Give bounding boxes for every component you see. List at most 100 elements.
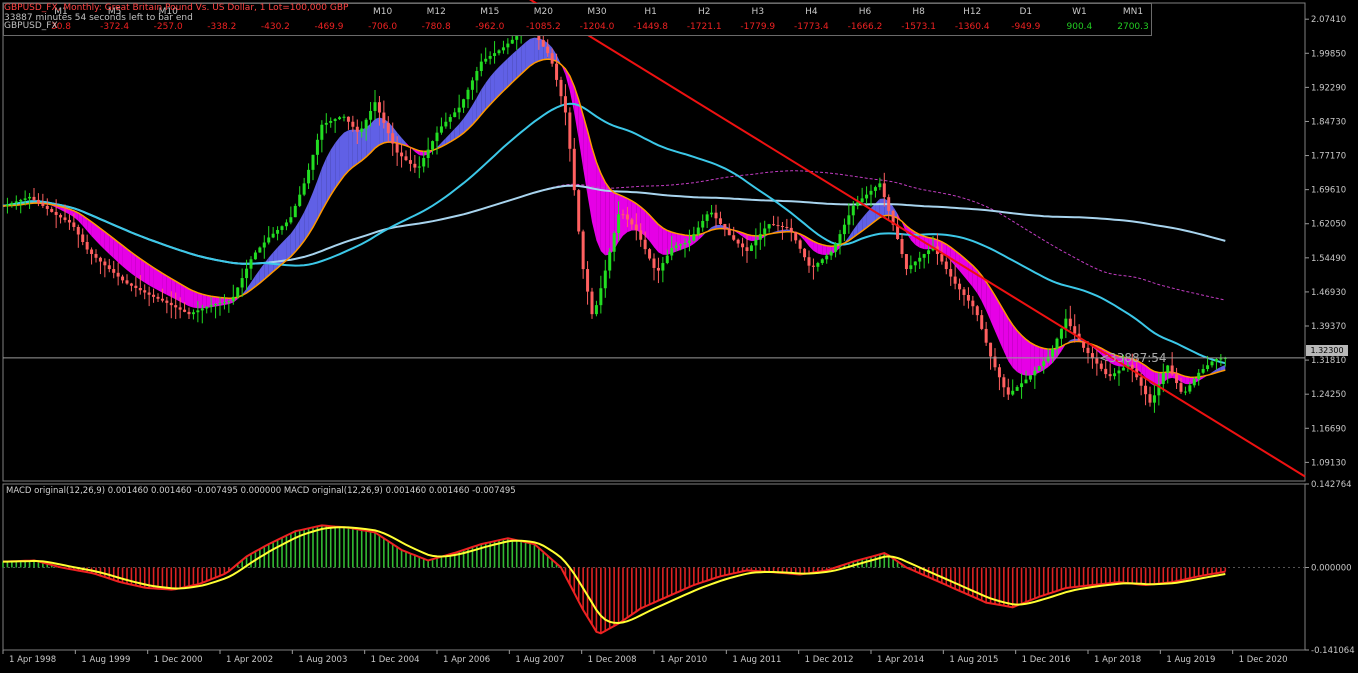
- candle-body-down: [165, 301, 168, 303]
- candle-body-up: [697, 228, 700, 235]
- candle-body-up: [768, 224, 771, 228]
- candle-body-up: [666, 256, 669, 264]
- candle-body-down: [95, 254, 98, 258]
- candle-body-down: [777, 225, 780, 226]
- candle-body-down: [59, 215, 62, 218]
- tf-value: -1573.1: [890, 22, 948, 32]
- candle-body-up: [369, 111, 372, 120]
- x-tick-label: 1 Dec 2016: [1022, 655, 1071, 665]
- tf-value: -430.2: [246, 22, 304, 32]
- candle-body-up: [1193, 379, 1196, 385]
- price-chart[interactable]: 2.074101.998501.922901.847301.771701.696…: [0, 0, 1358, 670]
- candle-body-down: [1149, 394, 1152, 402]
- ribbon-up: [521, 42, 525, 74]
- ribbon-up: [344, 130, 348, 176]
- candle-body-up: [1047, 357, 1050, 362]
- tf-value: -469.9: [300, 22, 358, 32]
- candle-body-down: [1104, 369, 1107, 374]
- x-tick-label: 1 Aug 2003: [298, 655, 347, 665]
- y-tick-label: 1.69610: [1311, 186, 1346, 196]
- ribbon-down: [1008, 318, 1012, 367]
- tf-value: -372.4: [86, 22, 144, 32]
- candle-body-down: [405, 156, 408, 160]
- candle-body-up: [759, 234, 762, 240]
- ribbon-down: [1022, 335, 1026, 375]
- candle-body-up: [10, 203, 13, 205]
- candle-body-down: [551, 53, 554, 63]
- candle-body-down: [564, 96, 567, 112]
- candle-body-up: [462, 99, 465, 107]
- candle-body-down: [732, 235, 735, 240]
- candle-body-down: [90, 250, 93, 255]
- candle-body-up: [1016, 387, 1019, 391]
- candle-body-up: [834, 244, 837, 252]
- candle-body-up: [285, 222, 288, 226]
- ribbon-down: [1017, 331, 1021, 375]
- candle-body-up: [918, 258, 921, 262]
- candle-body-up: [444, 122, 447, 127]
- candle-body-up: [15, 201, 18, 203]
- candle-body-down: [382, 113, 385, 123]
- macd-y-tick-label: -0.141064: [1311, 646, 1355, 656]
- candle-body-up: [506, 44, 509, 48]
- symbol-info: GBPUSD_FX, Monthly: Great Britain Pound …: [4, 3, 348, 13]
- candle-body-down: [737, 240, 740, 244]
- candle-body-up: [312, 155, 315, 170]
- x-tick-label: 1 Apr 2010: [660, 655, 707, 665]
- candle-body-down: [1082, 341, 1085, 348]
- ribbon-up: [348, 129, 352, 171]
- chart-window[interactable]: 2.074101.998501.922901.847301.771701.696…: [0, 0, 1358, 670]
- ribbon-down: [162, 273, 166, 295]
- candle-body-down: [577, 190, 580, 231]
- candle-body-down: [387, 123, 390, 133]
- candle-body-up: [223, 302, 226, 303]
- candle-body-down: [409, 160, 412, 164]
- ribbon-up: [366, 124, 370, 157]
- candle-body-down: [81, 234, 84, 242]
- candle-body-down: [715, 213, 718, 219]
- candle-body-up: [816, 263, 819, 267]
- candle-body-down: [582, 231, 585, 269]
- candle-body-down: [905, 254, 908, 269]
- candle-body-up: [1153, 395, 1156, 402]
- candle-body-up: [1113, 373, 1116, 376]
- x-tick-label: 1 Aug 2007: [515, 655, 564, 665]
- candle-body-down: [954, 277, 957, 284]
- candle-body-up: [1020, 383, 1023, 387]
- candle-body-down: [179, 307, 182, 309]
- candle-body-up: [28, 197, 31, 199]
- ribbon-down: [676, 233, 680, 251]
- tf-value: 900.4: [1050, 22, 1108, 32]
- tf-value: -962.0: [461, 22, 519, 32]
- x-tick-label: 1 Aug 2015: [949, 655, 998, 665]
- candle-body-up: [754, 240, 757, 246]
- candle-body-down: [622, 214, 625, 215]
- candle-body-down: [573, 149, 576, 190]
- candle-body-down: [785, 227, 788, 228]
- candle-body-down: [1002, 377, 1005, 387]
- candle-body-up: [480, 62, 483, 71]
- candle-body-down: [50, 209, 53, 212]
- candle-body-down: [391, 133, 394, 143]
- tf-value: 2700.3: [1104, 22, 1162, 32]
- candle-body-up: [1042, 361, 1045, 366]
- candle-body-down: [1087, 348, 1090, 353]
- ribbon-down: [1013, 325, 1017, 372]
- tf-label: W1: [1050, 7, 1108, 17]
- y-tick-label: 1.09130: [1311, 458, 1346, 468]
- ribbon-down: [202, 294, 206, 308]
- candle-body-up: [1166, 366, 1169, 373]
- candle-body-up: [241, 278, 244, 287]
- candle-body-down: [803, 249, 806, 257]
- candle-body-up: [1029, 375, 1032, 379]
- ribbon-down: [189, 289, 193, 308]
- tf-label: H3: [729, 7, 787, 17]
- candle-body-up: [1011, 391, 1014, 395]
- candle-body-up: [1206, 365, 1209, 369]
- candle-body-down: [741, 244, 744, 248]
- macd-y-tick-label: 0.000000: [1311, 563, 1352, 573]
- candle-body-down: [1171, 366, 1174, 375]
- tf-label: MN1: [1104, 7, 1162, 17]
- candle-body-up: [422, 158, 425, 166]
- x-tick-label: 1 Aug 1999: [81, 655, 130, 665]
